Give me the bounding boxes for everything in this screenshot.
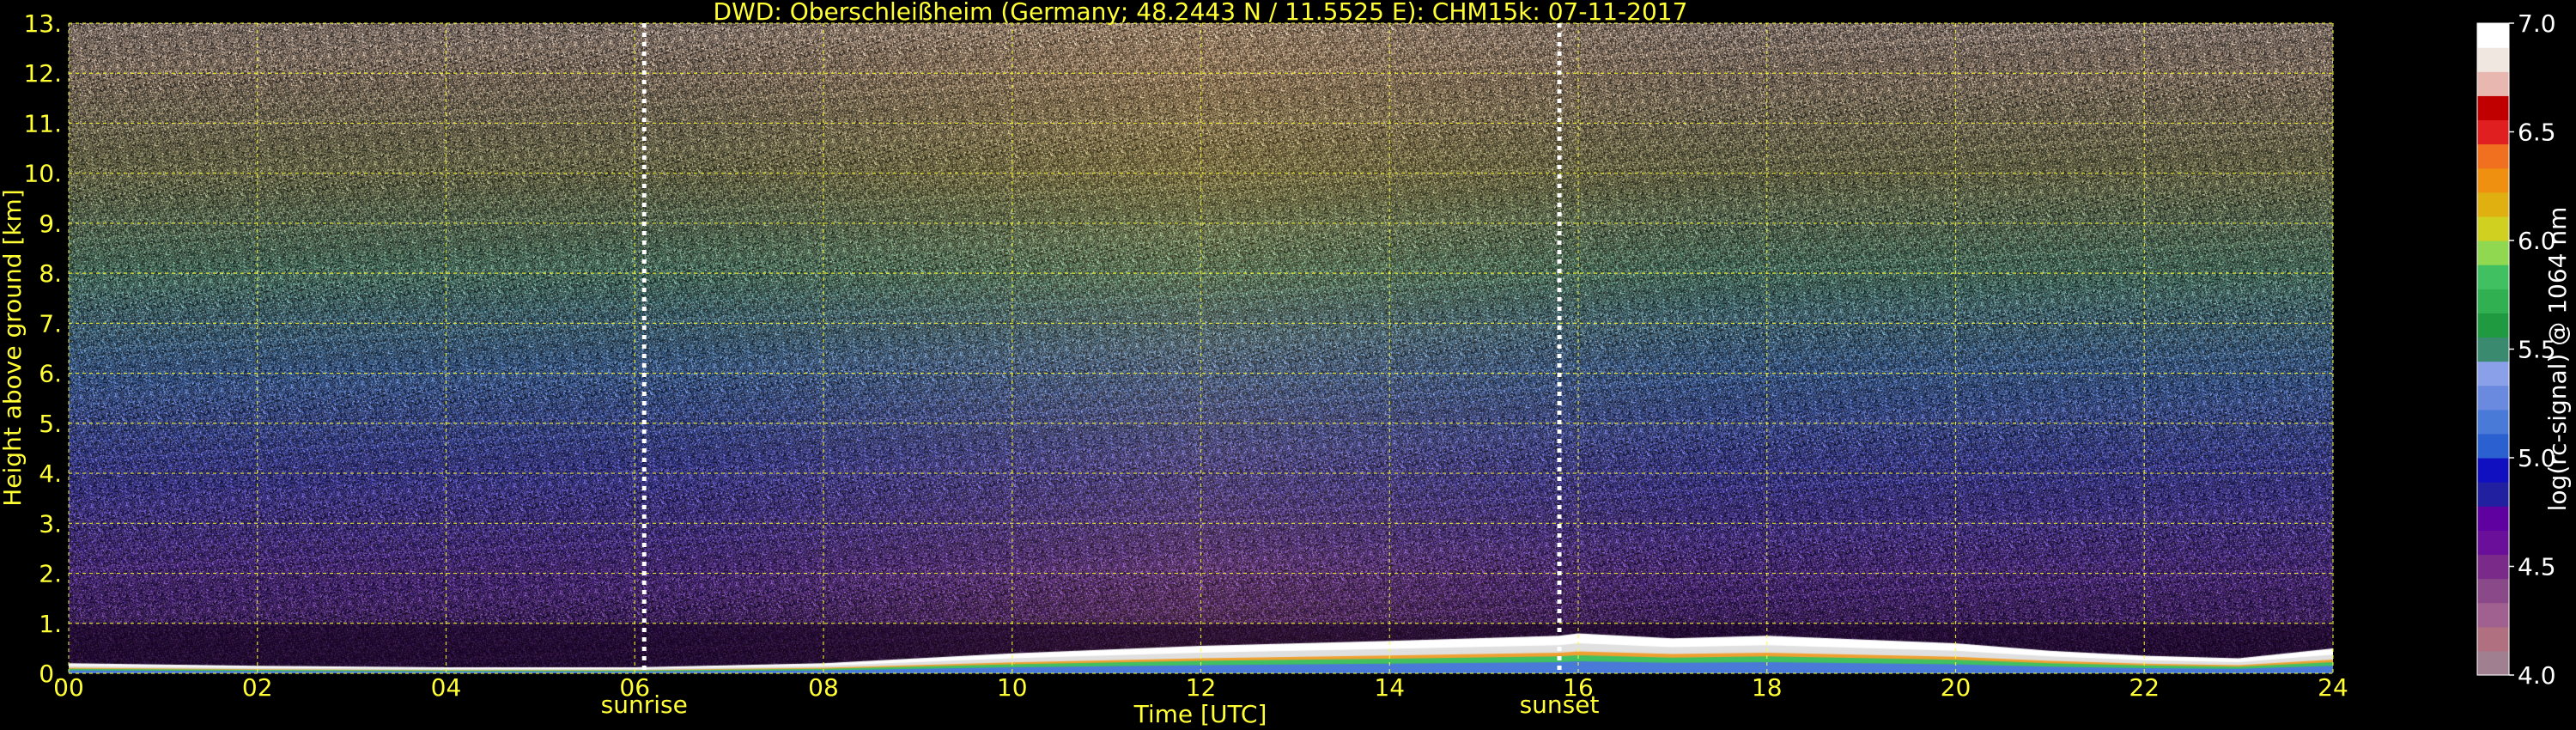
y-tick-label: 6.	[39, 360, 62, 388]
x-tick-label: 12	[1186, 673, 1217, 702]
y-tick-label: 9.	[39, 210, 62, 238]
sun-markers: sunrise sunset	[601, 23, 1599, 719]
colorbar-segment	[2477, 216, 2509, 241]
colorbar-tick-label: 6.5	[2518, 119, 2556, 147]
grid-lines	[68, 22, 2334, 674]
colorbar-segment	[2477, 361, 2509, 386]
chart-title: DWD: Oberschleißheim (Germany; 48.2443 N…	[714, 0, 1688, 26]
y-axis-label: Height above ground [km]	[0, 189, 27, 507]
colorbar-segment	[2477, 289, 2509, 313]
colorbar-segment	[2477, 23, 2509, 48]
y-tick-label: 12.	[23, 59, 62, 88]
colorbar-segment	[2477, 71, 2509, 96]
colorbar-segment	[2477, 192, 2509, 217]
y-tick-label: 0.	[39, 660, 62, 688]
x-tick-label: 10	[997, 673, 1028, 702]
colorbar-segment	[2477, 240, 2509, 265]
y-tick-label: 2.	[39, 560, 62, 588]
colorbar-segment	[2477, 650, 2509, 676]
x-tick-label: 02	[242, 673, 273, 702]
x-tick-label: 08	[808, 673, 839, 702]
colorbar-segment	[2477, 167, 2509, 193]
colorbar-tick-label: 5.0	[2518, 444, 2556, 472]
y-tick-label: 7.	[39, 309, 62, 338]
colorbar-segment	[2477, 458, 2509, 483]
x-tick-label: 06	[619, 673, 650, 702]
colorbar-tick-label: 4.5	[2518, 553, 2556, 581]
y-tick-label: 10.	[23, 160, 62, 188]
x-axis-label: Time [UTC]	[1133, 700, 1267, 728]
colorbar-tick-label: 7.0	[2518, 9, 2556, 38]
colorbar-segment	[2477, 530, 2509, 556]
x-tick-label: 22	[2129, 673, 2160, 702]
lidar-backscatter-chart: DWD: Oberschleißheim (Germany; 48.2443 N…	[0, 0, 2576, 730]
colorbar-segment	[2477, 385, 2509, 411]
colorbar-segment	[2477, 119, 2509, 145]
x-tick-label: 20	[1941, 673, 1971, 702]
x-tick-label: 04	[431, 673, 462, 702]
y-tick-label: 11.	[23, 109, 62, 137]
axis-ticks: 00 02 04 06 08 10 12 14 16 18 20 22 240.1.2.3.4.5.6.…	[23, 9, 2348, 702]
colorbar-segment	[2477, 409, 2509, 435]
x-tick-label: 24	[2318, 673, 2348, 702]
colorbar-segment	[2477, 95, 2509, 121]
x-tick-label: 16	[1563, 673, 1594, 702]
y-tick-label: 13.	[23, 9, 62, 38]
colorbar-segment	[2477, 143, 2509, 169]
colorbar-segment	[2477, 313, 2509, 338]
colorbar-segment	[2477, 265, 2509, 289]
x-tick-label: 18	[1752, 673, 1783, 702]
colorbar: 4.0 4.5 5.0 5.5 6.0 6.5 7.0	[2476, 9, 2556, 690]
colorbar-tick-label: 4.0	[2518, 661, 2556, 690]
y-tick-label: 3.	[39, 509, 62, 538]
y-tick-label: 8.	[39, 259, 62, 288]
y-tick-label: 5.	[39, 410, 62, 438]
colorbar-segment	[2477, 482, 2509, 507]
colorbar-tick-label: 6.0	[2518, 227, 2556, 255]
colorbar-segment	[2477, 626, 2509, 652]
y-tick-label: 1.	[39, 610, 62, 638]
colorbar-segment	[2477, 602, 2509, 628]
colorbar-segment	[2477, 554, 2509, 580]
colorbar-segment	[2477, 433, 2509, 459]
colorbar-segment	[2477, 47, 2509, 72]
x-tick-label: 14	[1374, 673, 1405, 702]
colorbar-tick-label: 5.5	[2518, 336, 2556, 364]
colorbar-segment	[2477, 506, 2509, 531]
colorbar-segment	[2477, 337, 2509, 362]
chart-overlay: DWD: Oberschleißheim (Germany; 48.2443 N…	[0, 0, 2572, 728]
colorbar-segment	[2477, 578, 2509, 604]
y-tick-label: 4.	[39, 459, 62, 488]
